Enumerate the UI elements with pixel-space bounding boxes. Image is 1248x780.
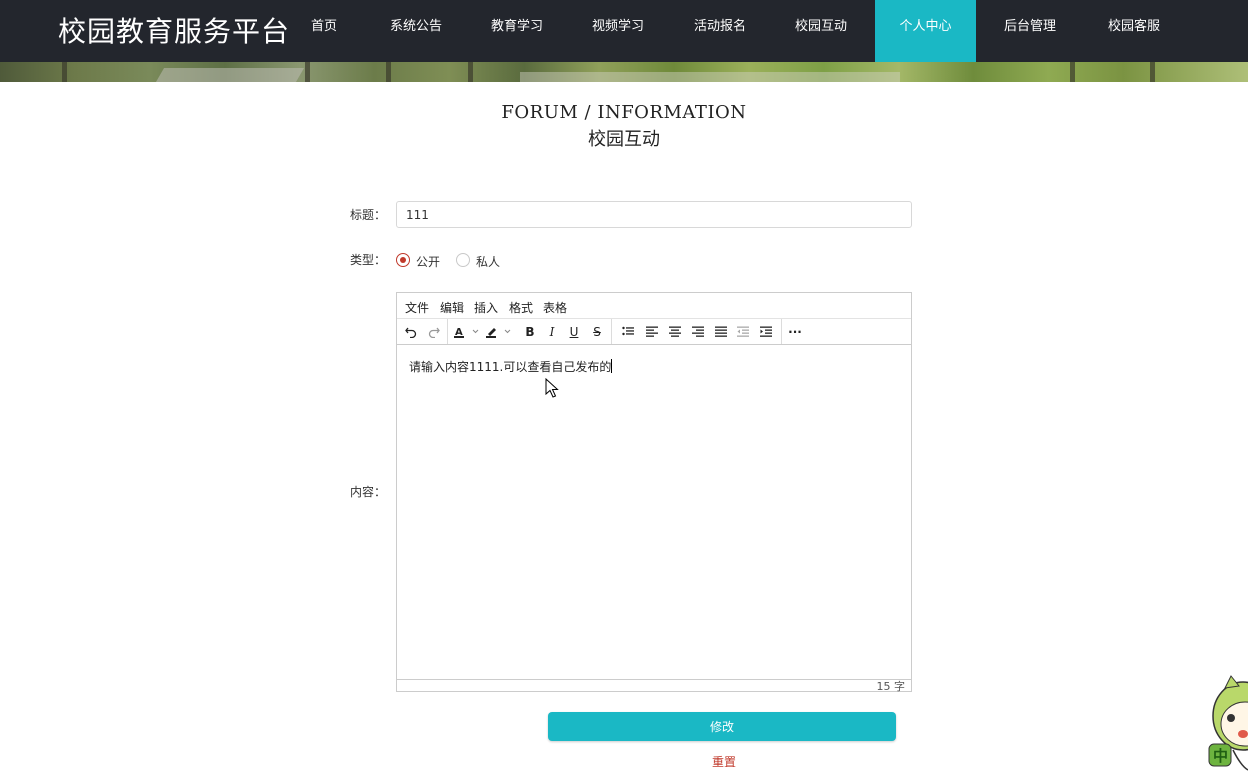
nav-item-activities[interactable]: 活动报名 — [688, 0, 752, 62]
type-label: 类型： — [349, 253, 386, 267]
radio-private-label: 私人 — [476, 255, 501, 269]
menu-insert[interactable]: 插入 — [474, 299, 498, 316]
nav-item-announcements[interactable]: 系统公告 — [384, 0, 448, 62]
align-center-icon[interactable] — [665, 323, 685, 341]
underline-icon[interactable]: U — [564, 323, 584, 341]
title-label: 标题： — [349, 208, 386, 222]
svg-text:中: 中 — [1213, 747, 1228, 765]
editor-content-text: 请输入内容1111.可以查看自己发布的 — [409, 360, 612, 374]
mouse-cursor-icon — [545, 378, 559, 398]
menu-file[interactable]: 文件 — [405, 299, 429, 316]
font-color-icon[interactable]: A — [453, 323, 481, 341]
text-caret — [611, 359, 613, 373]
editor-content-area[interactable]: 请输入内容1111.可以查看自己发布的 — [397, 345, 911, 679]
bullet-list-icon[interactable] — [618, 323, 638, 341]
content-label: 内容： — [349, 485, 386, 499]
section-title-en: FORUM / INFORMATION — [501, 102, 747, 123]
mascot-widget-icon[interactable]: 中 — [1203, 666, 1248, 780]
align-left-icon[interactable] — [642, 323, 662, 341]
menu-edit[interactable]: 编辑 — [440, 299, 464, 316]
editor-menubar: 文件 编辑 插入 格式 表格 — [397, 293, 911, 319]
radio-private-dot[interactable] — [456, 253, 470, 267]
submit-button[interactable]: 修改 — [548, 712, 896, 741]
editor-toolbar: A B I U S ··· — [397, 319, 911, 345]
more-icon[interactable]: ··· — [785, 323, 805, 341]
reset-button[interactable]: 重置 — [700, 753, 748, 770]
indent-icon[interactable] — [756, 323, 776, 341]
menu-table[interactable]: 表格 — [543, 299, 567, 316]
editor-statusbar: 15 字 — [397, 679, 911, 693]
nav-item-video[interactable]: 视频学习 — [586, 0, 650, 62]
highlight-icon[interactable] — [485, 323, 513, 341]
strikethrough-icon[interactable]: S — [587, 323, 607, 341]
nav-item-education[interactable]: 教育学习 — [485, 0, 549, 62]
top-navbar: 校园教育服务平台 首页 系统公告 教育学习 视频学习 活动报名 校园互动 个人中… — [0, 0, 1248, 62]
bold-icon[interactable]: B — [520, 323, 540, 341]
site-brand[interactable]: 校园教育服务平台 — [58, 10, 290, 50]
nav-item-home[interactable]: 首页 — [299, 0, 349, 62]
redo-icon[interactable] — [424, 323, 444, 341]
align-right-icon[interactable] — [688, 323, 708, 341]
word-count: 15 字 — [876, 680, 906, 693]
rich-text-editor: 文件 编辑 插入 格式 表格 A B I U S ··· 请输入内容1111.可… — [396, 292, 912, 693]
italic-icon[interactable]: I — [542, 323, 562, 341]
align-justify-icon[interactable] — [711, 323, 731, 341]
nav-item-service[interactable]: 校园客服 — [1102, 0, 1166, 62]
radio-public-dot[interactable] — [396, 253, 410, 267]
nav-item-forum[interactable]: 校园互动 — [789, 0, 853, 62]
title-input[interactable] — [396, 201, 912, 228]
outdent-icon[interactable] — [733, 323, 753, 341]
radio-public-label: 公开 — [416, 255, 441, 269]
nav-item-admin[interactable]: 后台管理 — [998, 0, 1062, 62]
section-title-zh: 校园互动 — [588, 129, 660, 150]
undo-icon[interactable] — [401, 323, 421, 341]
nav-item-personal-center[interactable]: 个人中心 — [875, 0, 976, 62]
menu-format[interactable]: 格式 — [509, 299, 533, 316]
header-banner-image — [0, 62, 1248, 82]
